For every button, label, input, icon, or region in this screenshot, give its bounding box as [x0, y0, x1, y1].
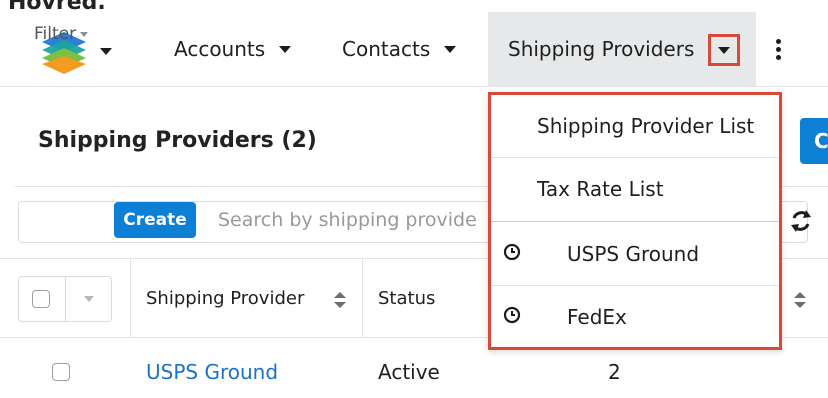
- menu-item-tax-rate-list[interactable]: Tax Rate List: [491, 158, 779, 220]
- column-divider: [362, 258, 363, 338]
- filter-button-label: Filter: [34, 24, 77, 44]
- page-title: Shipping Providers (2): [38, 128, 317, 153]
- column-divider: [130, 258, 131, 338]
- chevron-down-icon: [718, 46, 730, 54]
- nav-item-contacts[interactable]: Contacts: [342, 12, 457, 86]
- select-all-checkbox[interactable]: [32, 290, 50, 308]
- nav-divider: [0, 86, 828, 87]
- menu-divider: [491, 221, 779, 222]
- sort-icon[interactable]: [794, 292, 806, 308]
- nav-item-accounts[interactable]: Accounts: [174, 12, 292, 86]
- search-input[interactable]: Search by shipping provide: [218, 209, 486, 231]
- row-count: 2: [608, 360, 621, 384]
- clock-icon: [503, 306, 521, 324]
- row-status: Active: [378, 360, 440, 384]
- top-navigation: Accounts Contacts Shipping Providers: [0, 12, 828, 86]
- refresh-icon[interactable]: [790, 208, 812, 234]
- nav-item-accounts-label: Accounts: [174, 37, 266, 61]
- column-header-status[interactable]: Status: [378, 288, 435, 309]
- chevron-down-icon[interactable]: [444, 45, 457, 53]
- row-checkbox[interactable]: [52, 363, 70, 381]
- select-options-chevron-down-icon[interactable]: [84, 296, 94, 302]
- mass-select-divider: [65, 277, 66, 321]
- create-filter-button[interactable]: Create: [114, 202, 196, 238]
- menu-item-label: FedEx: [567, 305, 627, 329]
- column-header-shipping-provider[interactable]: Shipping Provider: [146, 288, 304, 309]
- chevron-down-icon[interactable]: [279, 45, 292, 53]
- menu-item-recent-usps-ground[interactable]: USPS Ground: [491, 223, 779, 285]
- menu-item-recent-fedex[interactable]: FedEx: [491, 286, 779, 348]
- row-shipping-provider-link[interactable]: USPS Ground: [146, 360, 278, 384]
- logo-chevron-down-icon: [100, 48, 112, 55]
- filter-button[interactable]: Filter: [34, 24, 89, 44]
- create-record-button[interactable]: C: [800, 118, 828, 164]
- menu-item-label: USPS Ground: [567, 242, 700, 266]
- nav-item-shipping-providers[interactable]: Shipping Providers: [488, 12, 756, 86]
- clock-icon: [503, 243, 521, 261]
- sort-icon[interactable]: [334, 292, 346, 308]
- nav-item-shipping-providers-label: Shipping Providers: [508, 37, 695, 61]
- menu-item-shipping-provider-list[interactable]: Shipping Provider List: [491, 95, 779, 157]
- chevron-down-icon: [80, 31, 89, 37]
- menu-item-label: Shipping Provider List: [537, 114, 755, 138]
- shipping-providers-dropdown-toggle[interactable]: [708, 34, 740, 66]
- nav-item-contacts-label: Contacts: [342, 37, 431, 61]
- kebab-vertical-icon[interactable]: [772, 12, 784, 86]
- shipping-providers-dropdown-menu: Shipping Provider List Tax Rate List USP…: [488, 92, 782, 350]
- menu-item-label: Tax Rate List: [537, 177, 664, 201]
